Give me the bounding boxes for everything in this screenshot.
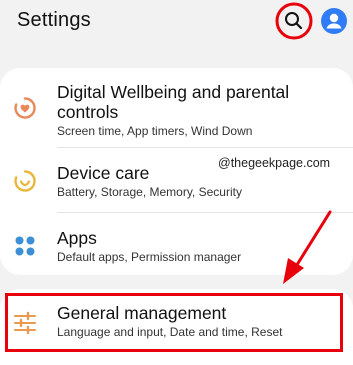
digital-wellbeing-icon xyxy=(13,96,37,120)
item-subtitle: Default apps, Permission manager xyxy=(57,250,242,264)
apps-icon xyxy=(13,234,37,258)
item-title-line1: Digital Wellbeing and parental xyxy=(57,82,290,102)
setting-item-digital-wellbeing[interactable]: Digital Wellbeing and parental controls … xyxy=(0,68,353,144)
item-title: General management xyxy=(57,303,227,323)
app-header: Settings xyxy=(0,0,353,60)
item-subtitle: Language and input, Date and time, Reset xyxy=(57,325,283,339)
general-management-icon xyxy=(13,311,37,335)
search-button[interactable] xyxy=(274,1,314,41)
item-subtitle: Battery, Storage, Memory, Security xyxy=(57,185,242,199)
search-icon xyxy=(275,2,313,40)
item-title: Apps xyxy=(57,228,97,248)
item-title: Device care xyxy=(57,163,150,183)
account-button[interactable] xyxy=(321,8,347,34)
item-title-line2: controls xyxy=(57,102,119,122)
device-care-icon xyxy=(13,169,37,193)
account-icon xyxy=(321,8,347,34)
item-subtitle: Screen time, App timers, Wind Down xyxy=(57,124,253,138)
setting-item-general-management[interactable]: General management Language and input, D… xyxy=(0,293,353,352)
setting-item-apps[interactable]: Apps Default apps, Permission manager xyxy=(0,213,353,275)
page-title: Settings xyxy=(17,9,91,31)
watermark-text: @thegeekpage.com xyxy=(218,156,331,170)
